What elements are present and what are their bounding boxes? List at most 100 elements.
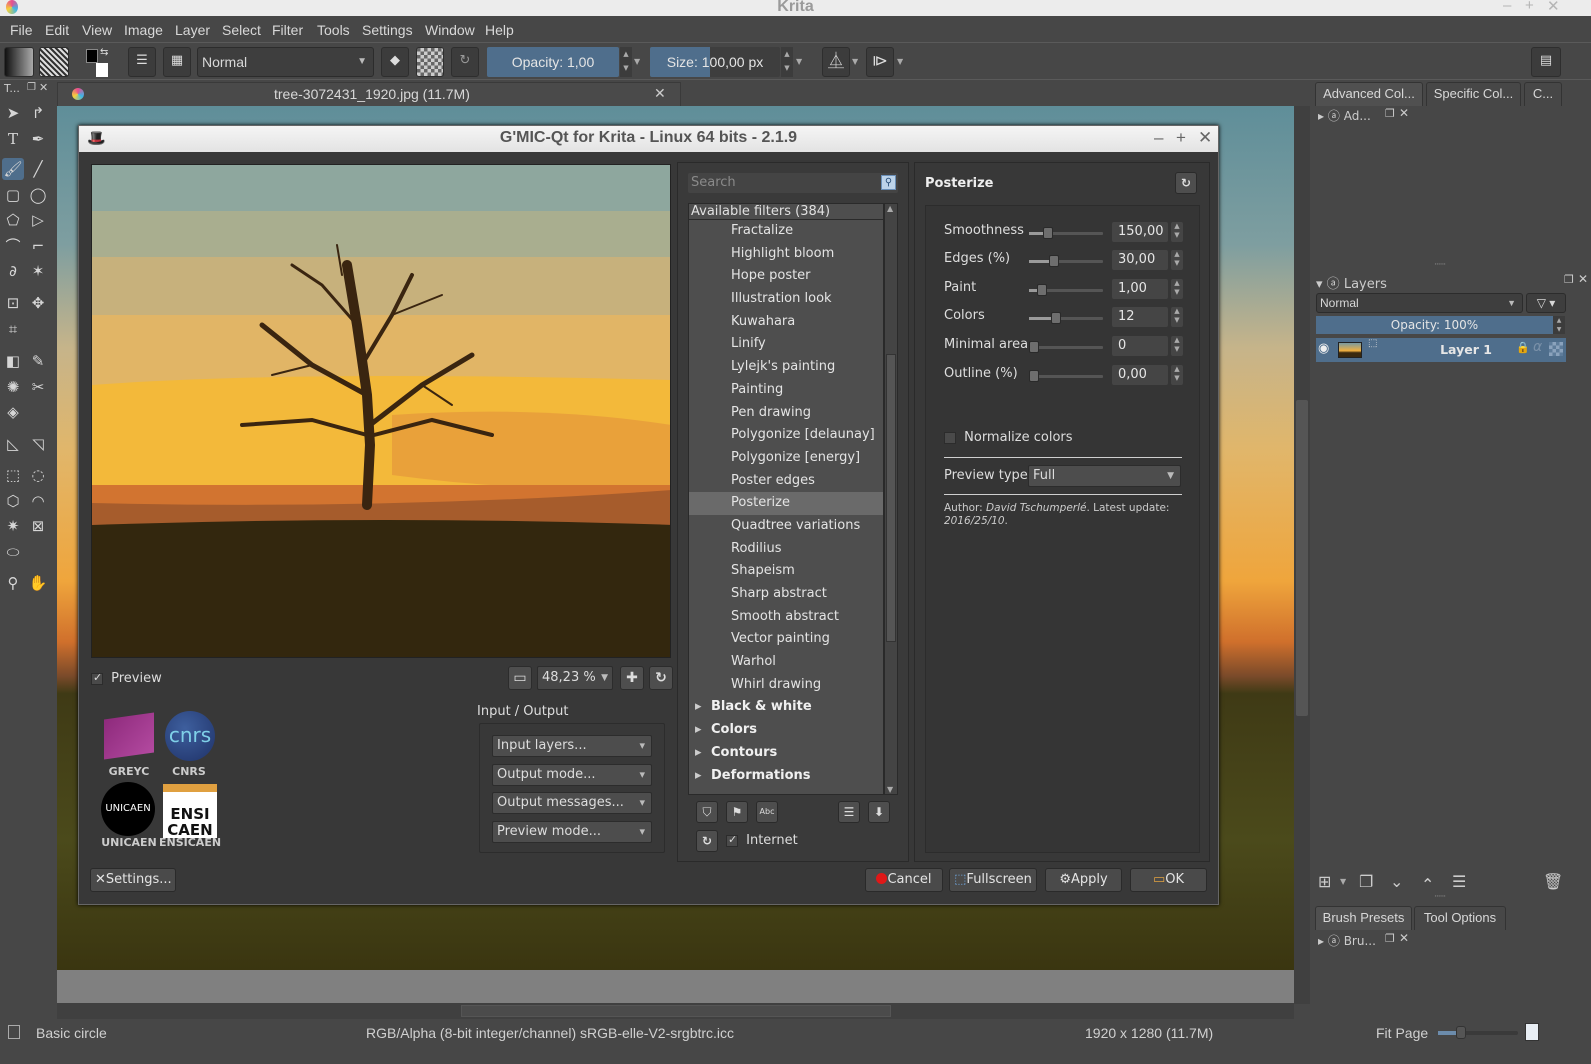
- freehand-path-tool-icon[interactable]: ⌐: [27, 235, 49, 257]
- ok-button[interactable]: ▭OK: [1130, 868, 1207, 892]
- gmic-close-button[interactable]: ✕: [1198, 128, 1212, 148]
- param-slider[interactable]: [1029, 255, 1103, 267]
- brush-editor-button[interactable]: ☰: [128, 47, 156, 77]
- zoom-slider-knob[interactable]: [1456, 1026, 1466, 1039]
- float-dock-icon[interactable]: ❐: [27, 82, 36, 93]
- gmic-maximize-button[interactable]: +: [1176, 128, 1186, 148]
- filter-item[interactable]: Illustration look: [689, 288, 883, 311]
- add-layer-icon[interactable]: ⊞: [1318, 872, 1331, 891]
- remove-favorite-button[interactable]: ⚑: [726, 801, 748, 823]
- colorize-mask-tool-icon[interactable]: ✂: [27, 376, 49, 398]
- canvas-horizontal-scrollbar[interactable]: [57, 1003, 1294, 1019]
- size-spin-arrows[interactable]: ▲ ▼: [781, 47, 793, 77]
- zoom-combo[interactable]: 48,23 % ▼: [537, 666, 613, 690]
- gmic-minimize-button[interactable]: –: [1154, 128, 1163, 148]
- move-layer-down-icon[interactable]: ⌄: [1390, 872, 1403, 891]
- tab-brush-presets[interactable]: Brush Presets: [1315, 906, 1412, 930]
- param-slider[interactable]: [1029, 227, 1103, 239]
- normalize-colors-checkbox[interactable]: Normalize colors: [944, 430, 1073, 445]
- param-slider[interactable]: [1029, 284, 1103, 296]
- polyline-tool-icon[interactable]: ▷: [27, 209, 49, 231]
- layer-row[interactable]: ◉ ⬚ Layer 1 🔒 α: [1316, 338, 1566, 362]
- tab-specific-color[interactable]: Specific Col...: [1426, 82, 1521, 106]
- filter-item[interactable]: Sharp abstract: [689, 583, 883, 606]
- filter-category[interactable]: Deformations: [689, 765, 883, 788]
- normalize-check-icon[interactable]: [944, 431, 956, 444]
- param-slider-handle[interactable]: [1049, 255, 1060, 267]
- menu-window[interactable]: Window: [425, 22, 475, 38]
- filter-item[interactable]: Linify: [689, 333, 883, 356]
- canvas-rotation-icon[interactable]: [1525, 1023, 1539, 1041]
- menu-image[interactable]: Image: [124, 22, 163, 38]
- menu-settings[interactable]: Settings: [362, 22, 413, 38]
- fg-bg-color-swatch[interactable]: ⇆: [84, 47, 114, 77]
- apply-button[interactable]: ⚙Apply: [1045, 868, 1122, 892]
- zoom-in-button[interactable]: ✚: [620, 666, 644, 690]
- eraser-mode-button[interactable]: ◆: [381, 47, 409, 77]
- lock-icon[interactable]: ⓐ: [1327, 277, 1340, 292]
- float-dock-icon[interactable]: ❐: [1385, 932, 1395, 945]
- gradient-preset-button[interactable]: [4, 47, 34, 77]
- param-spin-arrows[interactable]: ▲ ▼: [1171, 250, 1183, 270]
- tab-color-other[interactable]: C...: [1524, 82, 1562, 106]
- bezier-select-tool-icon[interactable]: ⬭: [2, 541, 24, 563]
- edit-shapes-tool-icon[interactable]: ↱: [27, 102, 49, 124]
- param-slider-handle[interactable]: [1043, 227, 1054, 239]
- layer-lock-icon[interactable]: 🔒: [1516, 341, 1530, 354]
- rename-favorite-button[interactable]: Abc: [756, 801, 778, 823]
- param-value-input[interactable]: 1,00: [1112, 279, 1168, 299]
- smart-patch-tool-icon[interactable]: ✺: [2, 376, 24, 398]
- settings-button[interactable]: ✕Settings...: [90, 868, 176, 892]
- filter-item[interactable]: Kuwahara: [689, 311, 883, 334]
- expand-all-button[interactable]: ⬇: [868, 801, 890, 823]
- close-document-icon[interactable]: ✕: [654, 85, 666, 102]
- menu-select[interactable]: Select: [222, 22, 261, 38]
- menu-layer[interactable]: Layer: [175, 22, 210, 38]
- param-value-input[interactable]: 0: [1112, 336, 1168, 356]
- close-dock-icon[interactable]: ✕: [1578, 272, 1588, 286]
- calligraphy-tool-icon[interactable]: ✒: [27, 128, 49, 150]
- pattern-preset-button[interactable]: [39, 47, 69, 77]
- param-slider[interactable]: [1029, 341, 1103, 353]
- filter-item[interactable]: Smooth abstract: [689, 606, 883, 629]
- fill-tool-icon[interactable]: ◈: [2, 401, 24, 423]
- duplicate-layer-icon[interactable]: ❐: [1359, 872, 1373, 891]
- mirror-vertical-button[interactable]: ⧐: [866, 47, 894, 77]
- filter-search-input[interactable]: Search ⚲: [688, 173, 898, 193]
- minimize-button[interactable]: –: [1503, 0, 1511, 14]
- menu-filter[interactable]: Filter: [272, 22, 303, 38]
- workspace-menu-button[interactable]: ▤: [1531, 47, 1561, 77]
- color-picker-tool-icon[interactable]: ✎: [27, 350, 49, 372]
- param-value-input[interactable]: 0,00: [1112, 365, 1168, 385]
- filter-tree[interactable]: Available filters (384) Fractalize Highli…: [688, 203, 884, 795]
- menu-tools[interactable]: Tools: [317, 22, 350, 38]
- filter-item[interactable]: Pen drawing: [689, 402, 883, 425]
- dock-splitter-handle[interactable]: ······: [1434, 260, 1446, 270]
- opacity-spin-arrows[interactable]: ▲ ▼: [620, 47, 632, 77]
- float-dock-icon[interactable]: ❐: [1564, 273, 1574, 286]
- preview-check-icon[interactable]: [91, 671, 103, 685]
- menu-view[interactable]: View: [82, 22, 112, 38]
- filter-item[interactable]: Lylejk's painting: [689, 356, 883, 379]
- input-layers-select[interactable]: Input layers...: [492, 735, 652, 757]
- internet-checkbox[interactable]: Internet: [726, 833, 798, 848]
- size-slider[interactable]: Size: 100,00 px: [650, 47, 780, 77]
- param-spin-arrows[interactable]: ▲ ▼: [1171, 222, 1183, 242]
- param-value-input[interactable]: 12: [1112, 307, 1168, 327]
- dynamic-brush-tool-icon[interactable]: ∂: [2, 260, 24, 282]
- layer-opacity-slider[interactable]: Opacity: 100%: [1316, 316, 1553, 334]
- blend-mode-select[interactable]: Normal ▼: [197, 47, 374, 77]
- filter-item[interactable]: Quadtree variations: [689, 515, 883, 538]
- pan-tool-icon[interactable]: ✋: [27, 572, 49, 594]
- param-value-input[interactable]: 150,00: [1112, 222, 1168, 242]
- assistant-tool-icon[interactable]: ◺: [2, 433, 24, 455]
- param-slider-handle[interactable]: [1036, 284, 1047, 296]
- preview-mode-select[interactable]: Preview mode...: [492, 821, 652, 843]
- tab-tool-options[interactable]: Tool Options: [1414, 906, 1506, 930]
- collapse-arrow-icon[interactable]: ▾: [1316, 277, 1323, 292]
- param-slider-handle[interactable]: [1051, 312, 1062, 324]
- swap-colors-icon[interactable]: ⇆: [100, 47, 108, 58]
- close-dock-icon[interactable]: ✕: [1399, 931, 1409, 945]
- lock-icon[interactable]: ⓐ: [1328, 934, 1340, 948]
- menu-file[interactable]: File: [10, 22, 33, 38]
